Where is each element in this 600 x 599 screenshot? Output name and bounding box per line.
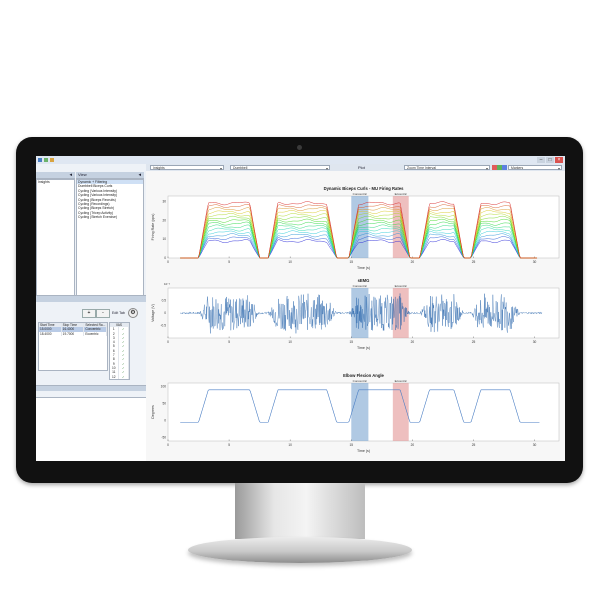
firing-xtick-label: 10 [288,260,292,264]
semg-exponent: 10⁻³ [164,282,170,286]
plots-svg: Concentric EccentricDynamic Biceps Curls … [151,186,560,453]
collapse-arrow-icon[interactable]: ◂ [138,172,141,178]
firing-band-label: Concentric [353,192,368,196]
table-row-empty [39,366,107,370]
firing-ylabel: Firing Rate (pps) [151,214,155,241]
semg-xtick-label: 5 [228,340,230,344]
view-list[interactable]: Dynamic + Filtering Dumbbell Biceps Curls… [76,179,144,296]
interval-table[interactable]: Start Time Stop Time Selected Ra... 15.0000… [38,322,108,372]
semg-xlabel: Time (s) [357,346,370,350]
window-controls: – □ × [537,157,563,163]
semg-band-label: Eccentric [395,284,408,288]
angle-xtick-label: 5 [228,443,230,447]
intervals-panel-header [36,295,146,302]
top-panel-header: ◂ [36,172,75,179]
webcam-icon [297,145,302,150]
view-panel-header: View ◂ [76,172,144,179]
firing-band-label: Eccentric [395,192,408,196]
firing-ytick-label: 0 [164,256,166,260]
firing-xtick-label: 0 [167,260,169,264]
angle-band-label: Concentric [353,379,368,383]
table-cell: 19.7000 [62,331,85,336]
view-header-label: View [78,172,87,177]
semg-xtick-label: 20 [411,340,415,344]
color-swatch-blue[interactable] [502,165,507,170]
angle-concentric-band [351,383,369,441]
plot-label: Plot [358,165,365,170]
angle-ytick-label: -50 [161,436,166,440]
angle-ytick-label: 50 [162,401,166,405]
angle-band-label: Eccentric [395,379,408,383]
angle-xtick-label: 0 [167,443,169,447]
firing-ytick-label: 10 [162,237,166,241]
index-table[interactable]: VAS 1 ✓ 2 ✓ 3 ✓ 4 ✓ 5 ✓ 6 ✓ 7 ✓ 8 ✓ 9 ✓ 10 ✓ 11 ✓ 12 ✓ [109,322,130,380]
firing-xtick-label: 15 [350,260,354,264]
firing-xtick-label: 5 [228,260,230,264]
monitor-stand-neck [235,483,365,539]
firing-xtick-label: 20 [411,260,415,264]
table-cell: Eccentric [84,331,108,336]
firing-ytick-label: 30 [162,200,166,204]
left-sidebar: ◂ Insights View ◂ Dynamic + Filtering Dum… [36,164,147,461]
angle-xtick-label: 15 [350,443,354,447]
semg-ytick-label: -0.5 [161,324,167,328]
list-item[interactable]: Insights [37,180,74,184]
data-set-dropdown[interactable]: Insights [150,165,224,171]
markers-dropdown[interactable]: Markers [508,165,562,171]
app-icon [38,158,42,162]
firing-title: Dynamic Biceps Curls - MU Firing Rates [324,186,404,191]
zoom-dropdown[interactable]: Zoom Time Interval [404,165,490,171]
index-number: 12 [110,374,119,379]
remove-interval-button[interactable]: - [96,309,110,318]
view-list-item[interactable]: Cycling (Stretch Exercise) [77,215,143,219]
bottom-panel-header [36,385,146,391]
angle-ylabel: Degrees [151,405,155,419]
angle-xtick-label: 25 [472,443,476,447]
angle-ytick-label: 100 [161,384,167,388]
edit-tab-label: Edit Tab [112,311,125,315]
save-icon[interactable] [44,158,48,162]
angle-title: Elbow Flexion Angle [343,373,384,378]
open-icon[interactable] [50,158,54,162]
exercise-dropdown[interactable]: Dumbbell [230,165,330,171]
minimize-button[interactable]: – [537,157,545,163]
semg-ytick-label: 0 [164,311,166,315]
close-button[interactable]: × [555,157,563,163]
screen: – □ × ◂ Insights View ◂ Dynamic + Filter… [36,156,565,461]
add-interval-button[interactable]: + [82,309,96,318]
index-row[interactable]: 12 ✓ [110,374,129,379]
semg-ylabel: Voltage (V) [151,304,155,322]
semg-xtick-label: 15 [350,340,354,344]
project-list[interactable]: Insights [36,179,75,296]
settings-gear-icon[interactable]: ⚙ [128,308,138,318]
table-cell: 18.4000 [39,331,62,336]
angle-xtick-label: 20 [411,443,415,447]
semg-xtick-label: 25 [472,340,476,344]
firing-xtick-label: 25 [472,260,476,264]
angle-ytick-label: 0 [164,419,166,423]
firing-ytick-label: 20 [162,218,166,222]
angle-xtick-label: 30 [533,443,537,447]
maximize-button[interactable]: □ [546,157,554,163]
semg-band-label: Concentric [353,284,368,288]
collapse-arrow-icon[interactable]: ◂ [69,172,72,178]
check-icon[interactable]: ✓ [119,374,129,379]
semg-xtick-label: 10 [288,340,292,344]
plot-area: Concentric Eccentric Dynamic Biceps Curls … [146,171,565,461]
semg-xtick-label: 30 [533,340,537,344]
firing-xtick-label: 30 [533,260,537,264]
firing-xlabel: Time (s) [357,266,370,270]
semg-title: sEMG [358,278,370,283]
table-row[interactable]: 18.4000 19.7000 Eccentric [39,331,108,336]
semg-xtick-label: 0 [167,340,169,344]
monitor-stand-base [188,537,412,563]
angle-xlabel: Time (s) [357,449,370,453]
angle-xtick-label: 10 [288,443,292,447]
bottom-panel [36,397,146,461]
semg-ytick-label: 0.5 [162,299,167,303]
